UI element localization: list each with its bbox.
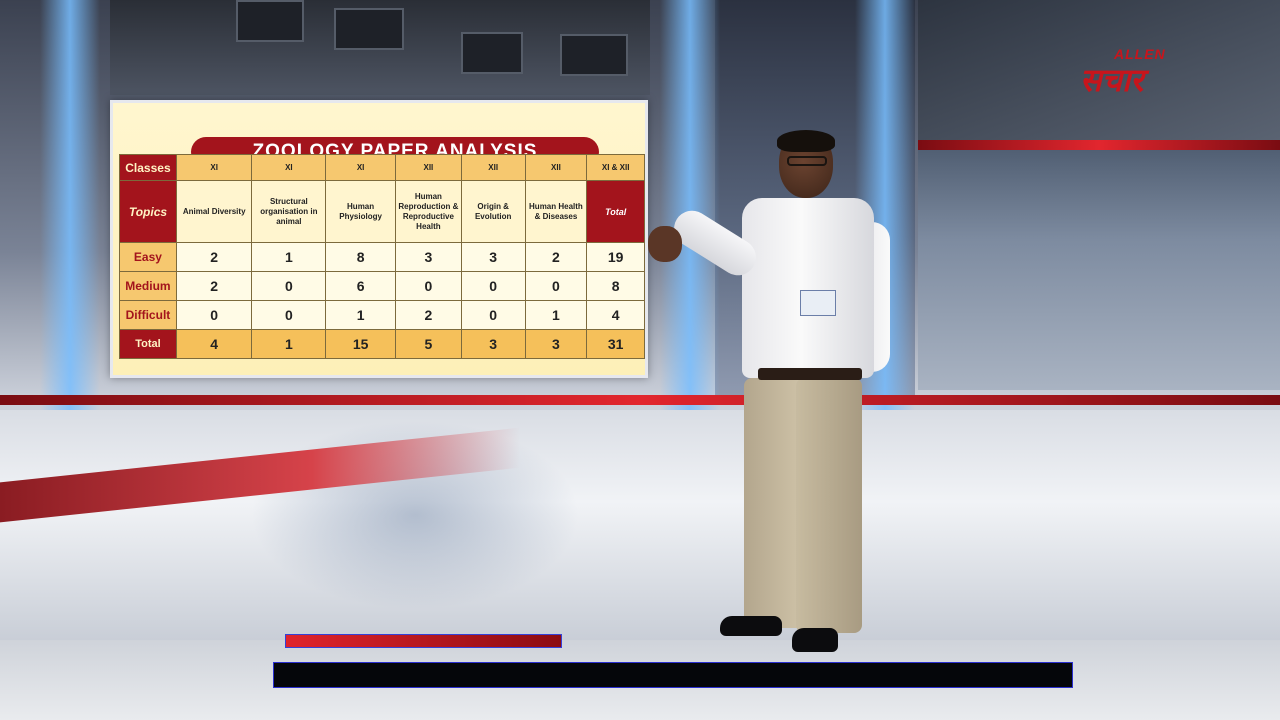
lower-third-accent <box>285 634 562 648</box>
background-monitor <box>236 0 304 42</box>
row-label-difficult: Difficult <box>119 300 177 330</box>
total-cell: 3 <box>460 329 526 359</box>
value-cell: 0 <box>251 300 327 330</box>
light-pillar <box>40 0 100 420</box>
class-cell: XII <box>524 154 588 181</box>
value-cell: 0 <box>460 271 526 301</box>
value-cell: 0 <box>460 300 526 330</box>
presenter-belt <box>758 368 862 380</box>
class-cell: XI <box>325 154 396 181</box>
total-cell: 31 <box>586 329 645 359</box>
presenter-shoe <box>720 616 782 636</box>
topic-cell-total: Total <box>586 180 645 243</box>
studio-newsroom-window <box>918 140 1280 390</box>
presenter-hair <box>777 130 835 152</box>
topics-header: Topics <box>119 180 177 243</box>
value-cell: 1 <box>524 300 588 330</box>
logo-sub: सचार <box>1080 62 1144 98</box>
value-cell: 0 <box>251 271 327 301</box>
value-cell: 1 <box>251 242 327 272</box>
class-cell: XI <box>175 154 253 181</box>
value-cell: 19 <box>586 242 645 272</box>
class-cell: XII <box>394 154 462 181</box>
topic-cell: Origin & Evolution <box>460 180 526 243</box>
presenter-hand <box>648 226 682 262</box>
analysis-board: ZOOLOGY PAPER ANALYSIS Classes XI XI XI … <box>110 100 648 378</box>
total-cell: 3 <box>524 329 588 359</box>
presenter <box>640 130 910 660</box>
topic-cell: Human Reproduction & Reproductive Health <box>394 180 462 243</box>
topic-cell: Human Health & Diseases <box>524 180 588 243</box>
total-cell: 5 <box>394 329 462 359</box>
id-badge <box>800 290 836 316</box>
background-monitor <box>334 8 404 50</box>
value-cell: 2 <box>524 242 588 272</box>
value-cell: 2 <box>394 300 462 330</box>
class-cell: XI <box>251 154 327 181</box>
total-cell: 4 <box>175 329 253 359</box>
value-cell: 4 <box>586 300 645 330</box>
row-label-total: Total <box>119 329 177 359</box>
presenter-leg <box>744 378 804 628</box>
topic-cell: Structural organisation in animal <box>251 180 327 243</box>
value-cell: 8 <box>325 242 396 272</box>
presenter-glasses <box>787 156 827 166</box>
channel-logo: ALLEN सचार <box>1080 44 1215 104</box>
analysis-table: Classes XI XI XI XII XII XII XI & XII To… <box>119 154 645 359</box>
class-cell: XII <box>460 154 526 181</box>
presenter-shirt <box>742 198 874 378</box>
value-cell: 8 <box>586 271 645 301</box>
topic-cell: Human Physiology <box>325 180 396 243</box>
value-cell: 0 <box>524 271 588 301</box>
value-cell: 2 <box>175 242 253 272</box>
studio-scene: ZOOLOGY PAPER ANALYSIS Classes XI XI XI … <box>0 0 1280 720</box>
background-monitor <box>461 32 523 74</box>
value-cell: 3 <box>460 242 526 272</box>
row-label-easy: Easy <box>119 242 177 272</box>
classes-header: Classes <box>119 154 177 181</box>
topic-cell: Animal Diversity <box>175 180 253 243</box>
total-cell: 15 <box>325 329 396 359</box>
value-cell: 1 <box>325 300 396 330</box>
lower-third-bar <box>273 662 1073 688</box>
presenter-leg <box>796 378 862 633</box>
value-cell: 2 <box>175 271 253 301</box>
presenter-shoe <box>792 628 838 652</box>
red-light-band <box>918 140 1280 150</box>
value-cell: 6 <box>325 271 396 301</box>
total-cell: 1 <box>251 329 327 359</box>
value-cell: 0 <box>394 271 462 301</box>
value-cell: 0 <box>175 300 253 330</box>
class-cell: XI & XII <box>586 154 645 181</box>
value-cell: 3 <box>394 242 462 272</box>
row-label-medium: Medium <box>119 271 177 301</box>
background-monitor <box>560 34 628 76</box>
